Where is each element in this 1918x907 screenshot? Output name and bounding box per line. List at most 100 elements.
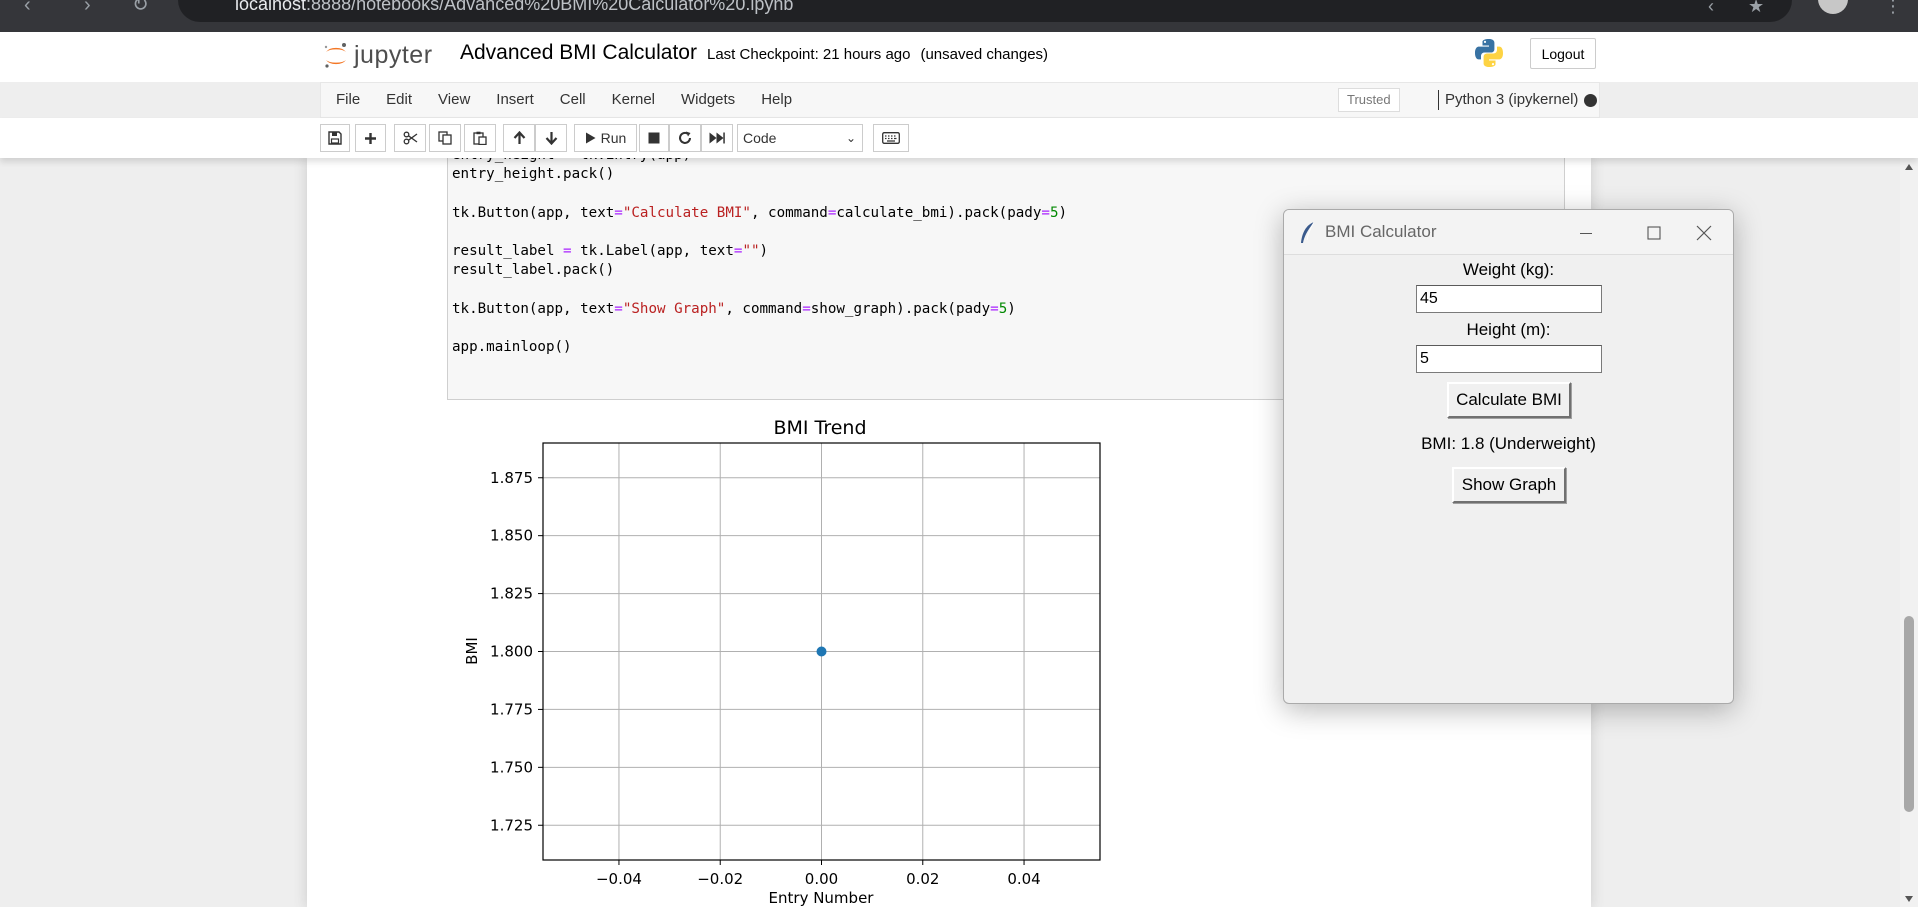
tk-feather-icon	[1301, 221, 1315, 243]
chart-title: BMI Trend	[773, 417, 866, 439]
insert-cell-button[interactable]	[355, 124, 386, 152]
share-icon[interactable]: ‹	[1708, 0, 1714, 17]
restart-icon	[679, 131, 691, 144]
scroll-up-arrow-icon[interactable]	[1900, 160, 1918, 174]
window-titlebar[interactable]: BMI Calculator	[1284, 210, 1733, 255]
trusted-indicator[interactable]: Trusted	[1338, 88, 1400, 112]
scroll-down-arrow-icon[interactable]	[1900, 892, 1918, 906]
logout-button[interactable]: Logout	[1530, 38, 1596, 69]
run-button[interactable]: Run	[574, 124, 637, 152]
minimize-icon	[1580, 232, 1592, 234]
notebook-title[interactable]: Advanced BMI Calculator	[460, 41, 697, 65]
arrow-down-icon	[545, 132, 557, 145]
restart-run-all-button[interactable]	[701, 124, 733, 152]
save-button[interactable]	[320, 124, 350, 152]
forward-icon[interactable]: ›	[84, 0, 91, 15]
paste-button[interactable]	[464, 124, 496, 152]
menu-help[interactable]: Help	[748, 83, 805, 117]
chevron-down-icon: ⌄	[845, 131, 856, 145]
more-menu-icon[interactable]: ⋮	[1884, 0, 1902, 17]
menu-widgets[interactable]: Widgets	[668, 83, 748, 117]
cut-button[interactable]	[394, 124, 426, 152]
y-tick-label: 1.775	[490, 700, 533, 718]
x-axis-label: Entry Number	[769, 889, 875, 907]
y-tick-label: 1.875	[490, 469, 533, 487]
x-axis-ticks: −0.04 −0.02 0.00 0.02 0.04	[596, 860, 1041, 888]
weight-input[interactable]: 45	[1416, 285, 1602, 313]
menu-view[interactable]: View	[425, 83, 483, 117]
minimize-button[interactable]	[1556, 210, 1616, 255]
scrollbar-thumb[interactable]	[1904, 616, 1914, 812]
checkpoint-status: Last Checkpoint: 21 hours ago (unsaved ch…	[707, 46, 1058, 63]
move-down-button[interactable]	[535, 124, 567, 152]
code-line: entry_height.pack()	[452, 166, 615, 183]
move-up-button[interactable]	[503, 124, 535, 152]
play-icon	[585, 132, 596, 144]
y-tick-label: 1.750	[490, 758, 533, 776]
browser-toolbar: ‹ › ↻ localhost:8888/notebooks/Advanced%…	[0, 0, 1918, 32]
restart-kernel-button[interactable]	[669, 124, 701, 152]
y-tick-label: 1.800	[490, 643, 533, 661]
y-axis-ticks: 1.725 1.750 1.775 1.800 1.825 1.850 1.875	[490, 469, 543, 834]
height-input[interactable]: 5	[1416, 345, 1602, 373]
maximize-icon	[1647, 225, 1661, 240]
stop-icon	[648, 132, 660, 144]
url-path: :8888/notebooks/Advanced%20BMI%20Calcula…	[306, 0, 794, 14]
save-icon	[328, 131, 342, 145]
calculate-bmi-button[interactable]: Calculate BMI	[1447, 382, 1571, 418]
paste-icon	[473, 131, 487, 145]
jupyter-logo-icon	[324, 43, 346, 68]
code-line: result_label.pack()	[452, 262, 615, 279]
code-line: tk.Button(app, text="Calculate BMI", com…	[452, 204, 1068, 221]
page-scrollbar[interactable]	[1900, 158, 1918, 907]
menubar: File Edit View Insert Cell Kernel Widget…	[320, 82, 1600, 118]
bmi-trend-chart: BMI Trend 1.725 1.750 1.775 1.800 1.825 1.850…	[463, 417, 1101, 907]
fast-forward-icon	[709, 132, 725, 144]
menu-file[interactable]: File	[321, 83, 373, 117]
x-tick-label: 0.02	[906, 870, 939, 888]
profile-avatar[interactable]	[1818, 0, 1848, 14]
y-tick-label: 1.850	[490, 527, 533, 545]
close-button[interactable]	[1674, 210, 1733, 255]
cell-type-select[interactable]: Code ⌄	[737, 124, 863, 152]
height-label: Height (m):	[1466, 320, 1551, 339]
interrupt-button[interactable]	[639, 124, 669, 152]
notebook-toolbar: Run Code ⌄	[0, 118, 1918, 158]
code-line: app.mainloop()	[452, 339, 572, 356]
data-point	[816, 646, 827, 657]
x-tick-label: 0.00	[805, 870, 838, 888]
reload-icon[interactable]: ↻	[132, 0, 149, 15]
autosave-status: (unsaved changes)	[920, 46, 1049, 63]
kernel-name[interactable]: Python 3 (ipykernel)	[1438, 90, 1578, 110]
code-editor[interactable]: tk.Label(app, text="Height (m):").pack()…	[452, 141, 1068, 357]
menu-kernel[interactable]: Kernel	[599, 83, 668, 117]
last-checkpoint: Last Checkpoint: 21 hours ago	[707, 46, 911, 63]
y-axis-label: BMI	[463, 637, 481, 665]
address-bar-url[interactable]: localhost:8888/notebooks/Advanced%20BMI%…	[235, 0, 793, 15]
command-palette-button[interactable]	[873, 124, 909, 152]
bmi-result-label: BMI: 1.8 (Underweight)	[1421, 434, 1596, 453]
menu-cell[interactable]: Cell	[547, 83, 599, 117]
plus-icon	[365, 132, 376, 144]
bookmark-star-icon[interactable]: ★	[1748, 0, 1764, 17]
x-tick-label: −0.02	[697, 870, 743, 888]
jupyter-logo[interactable]: jupyter	[322, 40, 433, 70]
chart-points	[816, 646, 827, 657]
menu-edit[interactable]: Edit	[373, 83, 425, 117]
kernel-status-indicator	[1584, 94, 1597, 107]
jupyter-logo-text: jupyter	[354, 40, 433, 69]
y-tick-label: 1.725	[490, 816, 533, 834]
code-line: result_label = tk.Label(app, text="")	[452, 243, 769, 260]
show-graph-button[interactable]: Show Graph	[1452, 467, 1566, 503]
python-logo-icon	[1475, 39, 1503, 67]
close-icon	[1696, 225, 1712, 240]
back-icon[interactable]: ‹	[24, 0, 31, 15]
keyboard-icon	[882, 132, 900, 144]
copy-button[interactable]	[429, 124, 461, 152]
x-tick-label: 0.04	[1007, 870, 1040, 888]
menu-items: File Edit View Insert Cell Kernel Widget…	[321, 83, 805, 117]
menu-insert[interactable]: Insert	[483, 83, 547, 117]
